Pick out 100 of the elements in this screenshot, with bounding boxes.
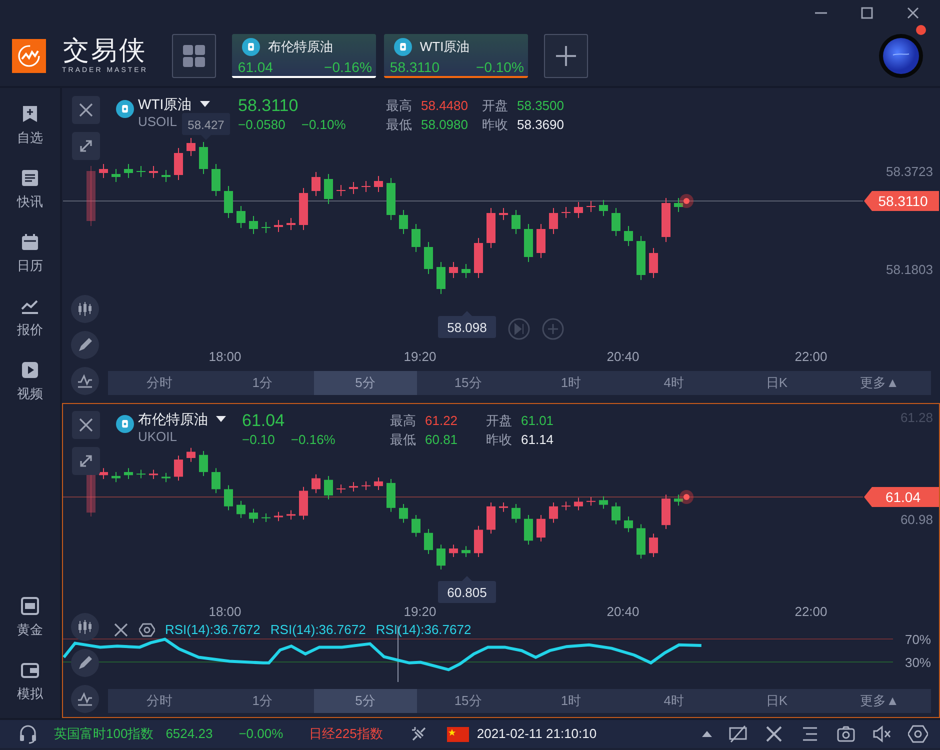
candle <box>412 514 420 538</box>
draw-button[interactable] <box>71 331 99 359</box>
quote-change: −0.16% <box>324 58 372 76</box>
play-icon <box>20 360 40 380</box>
stat-value: 58.4480 <box>421 97 469 115</box>
screen-off-icon[interactable] <box>728 724 748 744</box>
caret-icon[interactable] <box>216 416 226 422</box>
ticker-text: 英国富时100指数 <box>54 725 154 744</box>
camera-icon[interactable] <box>836 724 856 744</box>
indicator-icon[interactable] <box>76 372 94 390</box>
quote-price: 61.04 <box>238 58 273 76</box>
candle <box>312 474 320 494</box>
candle <box>474 525 483 558</box>
timeframe-tab[interactable]: 日K <box>725 371 828 395</box>
caret-icon[interactable] <box>200 101 210 107</box>
price-axis-label: 58.1803 <box>886 262 933 277</box>
draw-icon[interactable] <box>76 654 94 672</box>
candle <box>249 508 258 524</box>
draw-button[interactable] <box>71 649 99 677</box>
price-callout: 60.805 <box>438 576 496 603</box>
expand-button[interactable] <box>72 132 100 160</box>
candle <box>112 168 120 182</box>
level-label: 30% <box>904 655 931 670</box>
sidebar-item[interactable]: 黄金 <box>0 586 60 650</box>
timeframe-tab[interactable]: 5分 <box>314 371 417 395</box>
timeframe-tab[interactable]: 15分 <box>416 371 520 395</box>
timeframe-tab[interactable]: 1时 <box>520 371 622 395</box>
instrument-name: WTI原油 <box>420 38 470 56</box>
candle <box>362 180 370 192</box>
grid-icon <box>182 44 206 68</box>
timeframe-tab[interactable]: 分时 <box>108 689 211 713</box>
mute-icon[interactable] <box>872 724 892 744</box>
timeframe-tab[interactable]: 1分 <box>210 371 314 395</box>
candle <box>249 216 258 234</box>
close-button[interactable] <box>72 96 100 124</box>
candle <box>586 496 596 506</box>
expand-button[interactable] <box>72 447 100 475</box>
candle <box>462 264 470 278</box>
close-icon[interactable] <box>78 417 94 433</box>
close-icon[interactable] <box>78 102 94 118</box>
timeframe-tab[interactable]: 15分 <box>416 689 520 713</box>
candle <box>662 494 670 530</box>
layout-button[interactable] <box>172 34 216 78</box>
news-icon <box>20 168 40 188</box>
stat-label: 开盘 <box>486 412 512 430</box>
timeframe-tab[interactable]: 1分 <box>210 689 314 713</box>
sidebar-item[interactable]: 视频 <box>0 350 60 414</box>
sidebar-item[interactable]: 快讯 <box>0 158 60 222</box>
draw-icon[interactable] <box>76 336 94 354</box>
indicator-label: RSI(14):36.7672 <box>165 621 260 639</box>
settings-icon[interactable] <box>139 622 155 638</box>
percent-change: −0.16% <box>290 431 336 449</box>
instrument-name: 布伦特原油 <box>268 38 333 56</box>
instrument-name[interactable]: WTI原油 <box>138 96 192 112</box>
timeframe-tab[interactable]: 1时 <box>520 689 622 713</box>
timeframe-tab[interactable]: 日K <box>725 689 828 713</box>
add-button[interactable] <box>544 34 588 78</box>
sidebar-item[interactable]: 日历 <box>0 222 60 286</box>
instrument-name[interactable]: 布伦特原油 <box>138 411 208 427</box>
settings-icon[interactable] <box>908 724 928 744</box>
caret-up-icon[interactable] <box>702 731 712 737</box>
candle <box>149 469 158 480</box>
indicator-button[interactable] <box>71 367 99 395</box>
level-label: 70% <box>904 632 931 647</box>
plus-icon[interactable] <box>554 45 577 67</box>
list-icon[interactable] <box>800 724 820 744</box>
last-price: 58.3110 <box>238 96 300 116</box>
candle <box>562 206 570 218</box>
last-price: 61.04 <box>242 411 286 431</box>
candles-icon[interactable] <box>76 618 94 636</box>
time-axis-label: 22:00 <box>794 604 828 619</box>
candle <box>336 484 346 494</box>
stat-label: 最高 <box>386 97 412 115</box>
close-icon[interactable] <box>113 622 129 638</box>
timeframe-tab[interactable]: 分时 <box>108 371 211 395</box>
glow-marker <box>680 194 694 208</box>
timeframe-tab[interactable]: 4时 <box>622 689 726 713</box>
candle <box>199 142 208 174</box>
sidebar-item[interactable]: 模拟 <box>0 650 60 714</box>
indicator-button[interactable] <box>71 685 99 713</box>
candles-button[interactable] <box>71 613 99 641</box>
expand-icon[interactable] <box>78 453 94 469</box>
close-button[interactable] <box>72 411 100 439</box>
timeframe-tab[interactable]: 更多▲ <box>828 689 931 713</box>
expand-icon[interactable] <box>78 138 94 154</box>
timeframe-tab[interactable]: 4时 <box>622 371 726 395</box>
instrument-code: USOIL <box>138 114 178 130</box>
candle <box>236 500 246 519</box>
candle <box>599 200 608 216</box>
candles-icon[interactable] <box>76 300 94 318</box>
candle <box>212 164 220 196</box>
candles-button[interactable] <box>71 295 99 323</box>
timeframe-tab[interactable]: 更多▲ <box>828 371 931 395</box>
sidebar-item[interactable]: 报价 <box>0 286 60 350</box>
indicator-icon[interactable] <box>76 690 94 708</box>
candle <box>186 138 196 156</box>
timeframe-tab[interactable]: 5分 <box>314 689 417 713</box>
quote-tab[interactable]: WTI原油 58.3110 −0.10% <box>384 34 528 78</box>
sidebar-item[interactable]: 自选 <box>0 94 60 158</box>
quote-tab[interactable]: 布伦特原油 61.04 −0.16% <box>232 34 376 78</box>
